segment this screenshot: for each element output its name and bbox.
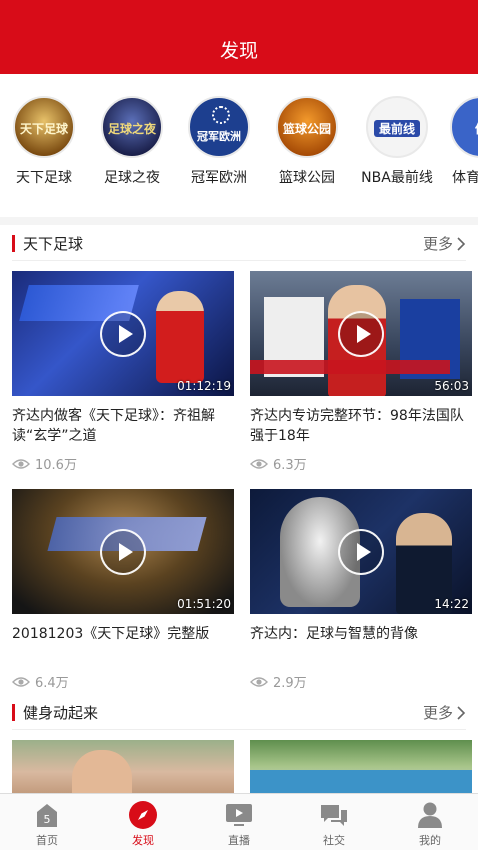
crowd-shape bbox=[250, 770, 472, 793]
video-thumbnail[interactable] bbox=[250, 740, 472, 793]
video-title[interactable]: 齐达内做客《天下足球》：齐祖解读“玄学”之道 bbox=[12, 406, 234, 446]
caption-bar bbox=[250, 360, 450, 374]
video-thumbnail[interactable]: 14:22 bbox=[250, 489, 472, 614]
video-card[interactable]: 01:12:19 齐达内做客《天下足球》：齐祖解读“玄学”之道 10.6万 bbox=[12, 271, 234, 473]
eye-icon bbox=[250, 676, 268, 687]
play-icon[interactable] bbox=[100, 310, 146, 357]
video-title[interactable]: 齐达内专访完整环节：98年法国队强于18年 bbox=[250, 406, 472, 446]
channel-item-lanqiu-gongyuan[interactable]: 篮球公园 篮球公园 bbox=[265, 96, 349, 187]
eye-icon bbox=[12, 458, 30, 469]
eye-icon bbox=[12, 676, 30, 687]
channel-item-tianxia-zuqiu[interactable]: 天下足球 天下足球 bbox=[2, 96, 86, 187]
view-count-text: 6.3万 bbox=[273, 458, 307, 473]
video-duration: 14:22 bbox=[434, 597, 469, 611]
view-count-text: 6.4万 bbox=[35, 676, 69, 691]
video-card[interactable] bbox=[250, 740, 472, 793]
video-thumbnail[interactable]: 01:51:20 bbox=[12, 489, 234, 614]
channel-name: 冠军欧洲 bbox=[191, 170, 247, 186]
section-title: 健身动起来 bbox=[23, 704, 99, 722]
video-thumbnail[interactable]: 01:12:19 bbox=[12, 271, 234, 396]
channel-item-tiyu[interactable]: 体 体育 bbox=[444, 96, 478, 187]
section-title: 天下足球 bbox=[23, 235, 84, 253]
section-header-tianxia-zuqiu: 天下足球 更多 bbox=[0, 229, 478, 261]
video-card[interactable]: 14:22 齐达内：足球与智慧的背像 2.9万 bbox=[250, 489, 472, 691]
view-count: 10.6万 bbox=[12, 454, 234, 473]
section-header-jianshen: 健身动起来 更多 bbox=[0, 698, 478, 730]
section-accent-bar bbox=[12, 704, 15, 721]
chat-bubbles-icon bbox=[321, 805, 347, 826]
channel-logo: 体 bbox=[450, 96, 478, 158]
channel-name: 天下足球 bbox=[16, 170, 72, 186]
tab-discover[interactable]: 发现 bbox=[103, 800, 183, 848]
presenter-figure bbox=[72, 750, 132, 793]
video-card[interactable]: 56:03 齐达内专访完整环节：98年法国队强于18年 6.3万 bbox=[250, 271, 472, 473]
channel-logo: 最前线 bbox=[366, 96, 428, 158]
channel-name: 足球之夜 bbox=[104, 170, 160, 186]
more-label: 更多 bbox=[422, 704, 453, 722]
star-ball-icon bbox=[212, 106, 230, 124]
eye-icon bbox=[250, 458, 268, 469]
channel-name: 体育 bbox=[452, 170, 478, 186]
more-label: 更多 bbox=[422, 235, 453, 253]
channel-logo: 天下足球 bbox=[13, 96, 75, 158]
channel-logo: 篮球公园 bbox=[276, 96, 338, 158]
tab-label: 社交 bbox=[323, 834, 345, 847]
tv-play-icon bbox=[226, 804, 252, 826]
top-bar: 发现 bbox=[0, 0, 478, 74]
video-title[interactable]: 齐达内：足球与智慧的背像 bbox=[250, 624, 472, 664]
tab-social[interactable]: 社交 bbox=[294, 800, 374, 848]
tab-label: 首页 bbox=[36, 834, 58, 847]
compass-icon bbox=[129, 801, 157, 829]
section-more-link[interactable]: 更多 bbox=[423, 233, 466, 254]
view-count-text: 2.9万 bbox=[273, 676, 307, 691]
channel-logo: 足球之夜 bbox=[101, 96, 163, 158]
section-underline bbox=[12, 729, 466, 730]
channel-name: 篮球公园 bbox=[279, 170, 335, 186]
section-underline bbox=[12, 260, 466, 261]
section-more-link[interactable]: 更多 bbox=[423, 702, 466, 723]
tab-home[interactable]: 5 首页 bbox=[7, 800, 87, 848]
channel-name: NBA最前线 bbox=[361, 170, 433, 186]
page-title: 发现 bbox=[219, 40, 258, 62]
video-card[interactable] bbox=[12, 740, 234, 793]
view-count: 2.9万 bbox=[250, 672, 472, 691]
tab-label: 发现 bbox=[132, 834, 154, 847]
video-thumbnail[interactable] bbox=[12, 740, 234, 793]
video-card[interactable]: 01:51:20 20181203《天下足球》完整版 6.4万 bbox=[12, 489, 234, 691]
play-icon[interactable] bbox=[100, 528, 146, 575]
channel-carousel[interactable]: 天下足球 天下足球 足球之夜 足球之夜 冠军欧洲 冠军欧洲 篮球公园 篮球公园 … bbox=[0, 96, 478, 192]
tab-live[interactable]: 直播 bbox=[199, 800, 279, 848]
video-duration: 01:12:19 bbox=[177, 379, 231, 393]
channel-logo: 冠军欧洲 bbox=[188, 96, 250, 158]
tab-label: 直播 bbox=[228, 834, 250, 847]
view-count-text: 10.6万 bbox=[35, 458, 77, 473]
view-count: 6.4万 bbox=[12, 672, 234, 691]
video-duration: 56:03 bbox=[434, 379, 469, 393]
play-icon[interactable] bbox=[338, 528, 384, 575]
channel-item-zuqiu-zhiye[interactable]: 足球之夜 足球之夜 bbox=[90, 96, 174, 187]
video-title[interactable]: 20181203《天下足球》完整版 bbox=[12, 624, 234, 664]
presenter-figure bbox=[156, 291, 204, 383]
chevron-right-icon bbox=[457, 236, 466, 251]
play-icon[interactable] bbox=[338, 310, 384, 357]
channel-item-nba-zuiqianxian[interactable]: 最前线 NBA最前线 bbox=[352, 96, 442, 187]
section-accent-bar bbox=[12, 235, 15, 252]
video-thumbnail[interactable]: 56:03 bbox=[250, 271, 472, 396]
home-badge: 5 bbox=[44, 813, 51, 826]
video-duration: 01:51:20 bbox=[177, 597, 231, 611]
user-icon bbox=[418, 802, 442, 828]
chevron-right-icon bbox=[457, 705, 466, 720]
view-count: 6.3万 bbox=[250, 454, 472, 473]
channel-item-guanjun-ouzhou[interactable]: 冠军欧洲 冠军欧洲 bbox=[177, 96, 261, 187]
home-icon: 5 bbox=[37, 804, 57, 827]
bottom-tab-bar: 5 首页 发现 直播 社交 我的 bbox=[0, 793, 478, 850]
tab-profile[interactable]: 我的 bbox=[390, 800, 470, 848]
tab-label: 我的 bbox=[419, 834, 441, 847]
section-divider bbox=[0, 217, 478, 225]
